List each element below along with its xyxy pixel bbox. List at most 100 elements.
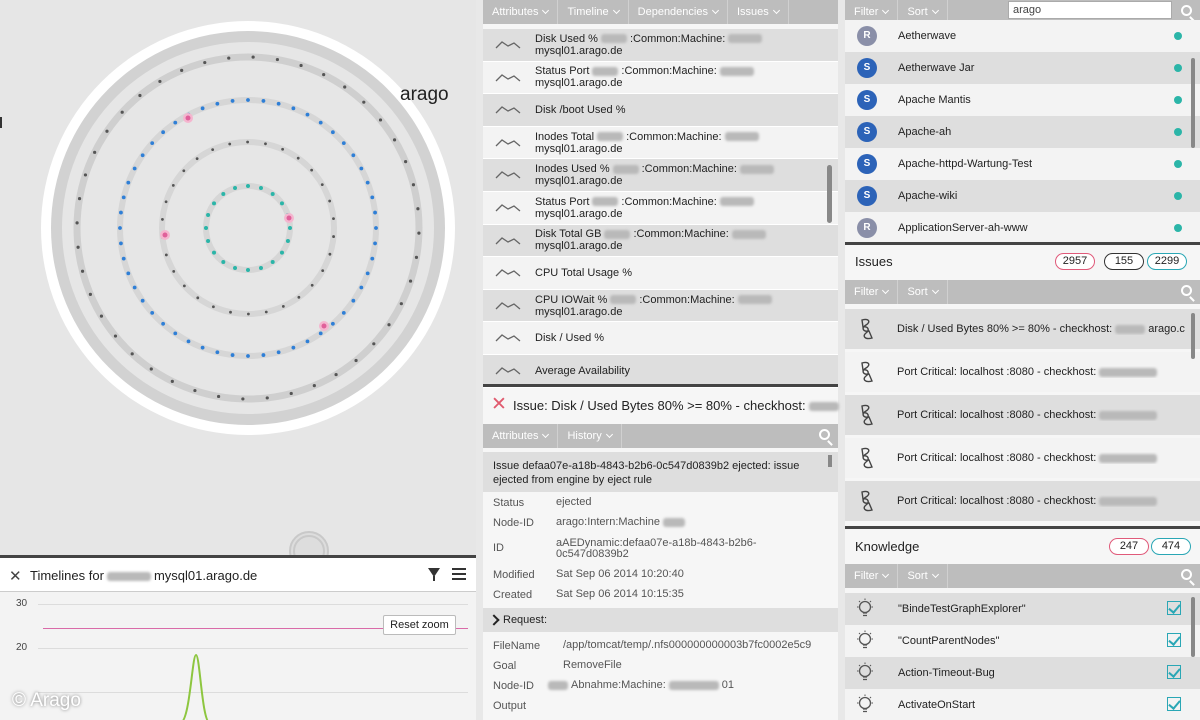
- search-icon[interactable]: [1181, 569, 1192, 580]
- graph-node[interactable]: [373, 241, 377, 246]
- graph-node[interactable]: [370, 195, 375, 200]
- graph-node[interactable]: [297, 295, 301, 299]
- graph-node[interactable]: [241, 397, 245, 401]
- graph-node[interactable]: [186, 339, 191, 344]
- hamburger-menu-icon[interactable]: [452, 568, 466, 580]
- graph-node[interactable]: [233, 265, 238, 270]
- graph-node[interactable]: [411, 183, 416, 187]
- graph-node[interactable]: [288, 226, 292, 230]
- graph-view[interactable]: arago: [0, 0, 476, 555]
- graph-node[interactable]: [196, 296, 200, 300]
- graph-node[interactable]: [105, 129, 109, 133]
- graph-node[interactable]: [328, 199, 332, 203]
- graph-node[interactable]: [161, 321, 166, 326]
- knowledge-row[interactable]: Action-Timeout-Bug: [845, 657, 1200, 689]
- application-row[interactable]: S Apache-httpd-Wartung-Test: [845, 148, 1200, 180]
- graph-node[interactable]: [149, 367, 153, 371]
- graph-node[interactable]: [362, 100, 366, 104]
- graph-node[interactable]: [378, 118, 383, 122]
- graph-node[interactable]: [230, 99, 235, 103]
- graph-node[interactable]: [203, 60, 207, 65]
- graph-node[interactable]: [120, 110, 124, 114]
- graph-node[interactable]: [126, 271, 131, 276]
- graph-root-label[interactable]: arago: [400, 84, 449, 106]
- application-row[interactable]: R Aetherwave: [845, 20, 1200, 52]
- graph-node[interactable]: [118, 226, 122, 230]
- metric-row[interactable]: Disk / Used %: [483, 322, 838, 355]
- scrollbar[interactable]: [828, 455, 832, 467]
- graph-node[interactable]: [270, 192, 275, 197]
- graph-node[interactable]: [281, 304, 285, 308]
- graph-node[interactable]: [119, 241, 123, 246]
- knowledge-count-a[interactable]: 247: [1109, 538, 1149, 555]
- graph-node[interactable]: [229, 310, 232, 314]
- graph-node[interactable]: [76, 245, 80, 249]
- graph-node[interactable]: [247, 312, 250, 316]
- graph-node[interactable]: [330, 130, 335, 135]
- graph-node[interactable]: [77, 196, 82, 201]
- metric-row[interactable]: Disk Used %:Common:Machine: mysql01.arago…: [483, 29, 838, 62]
- graph-node[interactable]: [261, 353, 266, 357]
- graph-node[interactable]: [359, 285, 364, 290]
- issue-count-resolved[interactable]: 2299: [1147, 253, 1187, 270]
- graph-node[interactable]: [359, 166, 364, 171]
- graph-node[interactable]: [211, 148, 215, 152]
- graph-node[interactable]: [264, 142, 267, 146]
- graph-node[interactable]: [265, 396, 269, 400]
- graph-node[interactable]: [230, 353, 235, 357]
- graph-node[interactable]: [173, 331, 178, 336]
- checkbox-icon[interactable]: [1167, 697, 1181, 711]
- graph-node[interactable]: [291, 106, 296, 111]
- graph-node[interactable]: [276, 101, 281, 106]
- scrollbar[interactable]: [827, 165, 832, 223]
- knowledge-row[interactable]: ActivateOnStart: [845, 689, 1200, 720]
- graph-node[interactable]: [320, 183, 324, 187]
- tab-attributes[interactable]: Attributes: [483, 424, 559, 448]
- close-icon[interactable]: ✕: [491, 393, 507, 416]
- graph-node[interactable]: [374, 226, 378, 230]
- graph-node[interactable]: [291, 345, 296, 350]
- graph-node[interactable]: [399, 302, 403, 306]
- graph-node[interactable]: [404, 160, 408, 164]
- knowledge-row[interactable]: "BindeTestGraphExplorer": [845, 593, 1200, 625]
- graph-node[interactable]: [150, 310, 155, 315]
- graph-node[interactable]: [200, 106, 205, 111]
- graph-node[interactable]: [171, 183, 175, 187]
- graph-node[interactable]: [161, 218, 164, 221]
- graph-node[interactable]: [172, 269, 176, 273]
- graph-node[interactable]: [140, 153, 145, 158]
- graph-node[interactable]: [126, 180, 131, 185]
- sort-dropdown[interactable]: Sort: [898, 280, 948, 304]
- graph-node[interactable]: [370, 256, 375, 261]
- graph-node[interactable]: [365, 180, 370, 185]
- reset-zoom-button[interactable]: Reset zoom: [383, 615, 456, 635]
- graph-node[interactable]: [354, 358, 358, 363]
- graph-node[interactable]: [246, 184, 250, 188]
- graph-node[interactable]: [212, 201, 217, 206]
- graph-node[interactable]: [211, 305, 215, 309]
- graph-node[interactable]: [258, 186, 263, 191]
- metric-row[interactable]: Disk Total GB:Common:Machine: mysql01.ara…: [483, 224, 838, 258]
- graph-node[interactable]: [182, 284, 186, 288]
- graph-node[interactable]: [408, 279, 413, 283]
- graph-node[interactable]: [99, 314, 104, 318]
- graph-node[interactable]: [270, 259, 275, 264]
- graph-node[interactable]: [119, 210, 123, 215]
- metric-row[interactable]: Disk /boot Used %: [483, 94, 838, 127]
- metric-row[interactable]: Inodes Total:Common:Machine: mysql01.arag…: [483, 126, 838, 160]
- issue-count-open[interactable]: 2957: [1055, 253, 1095, 270]
- graph-node[interactable]: [216, 394, 221, 399]
- graph-node[interactable]: [299, 63, 303, 68]
- graph-node[interactable]: [343, 85, 347, 89]
- graph-node[interactable]: [275, 57, 280, 62]
- graph-node[interactable]: [372, 342, 376, 346]
- graph-node[interactable]: [150, 141, 155, 146]
- close-icon[interactable]: ✕: [9, 567, 22, 585]
- issue-row[interactable]: Disk / Used Bytes 80% >= 80% - checkhost…: [845, 309, 1200, 349]
- tab-timeline[interactable]: Timeline: [558, 0, 629, 24]
- graph-node[interactable]: [328, 252, 332, 256]
- graph-node[interactable]: [310, 168, 314, 172]
- issue-count-active[interactable]: 155: [1104, 253, 1144, 270]
- tab-dependencies[interactable]: Dependencies: [629, 0, 728, 24]
- application-row[interactable]: R ApplicationServer-ah-www: [845, 212, 1200, 244]
